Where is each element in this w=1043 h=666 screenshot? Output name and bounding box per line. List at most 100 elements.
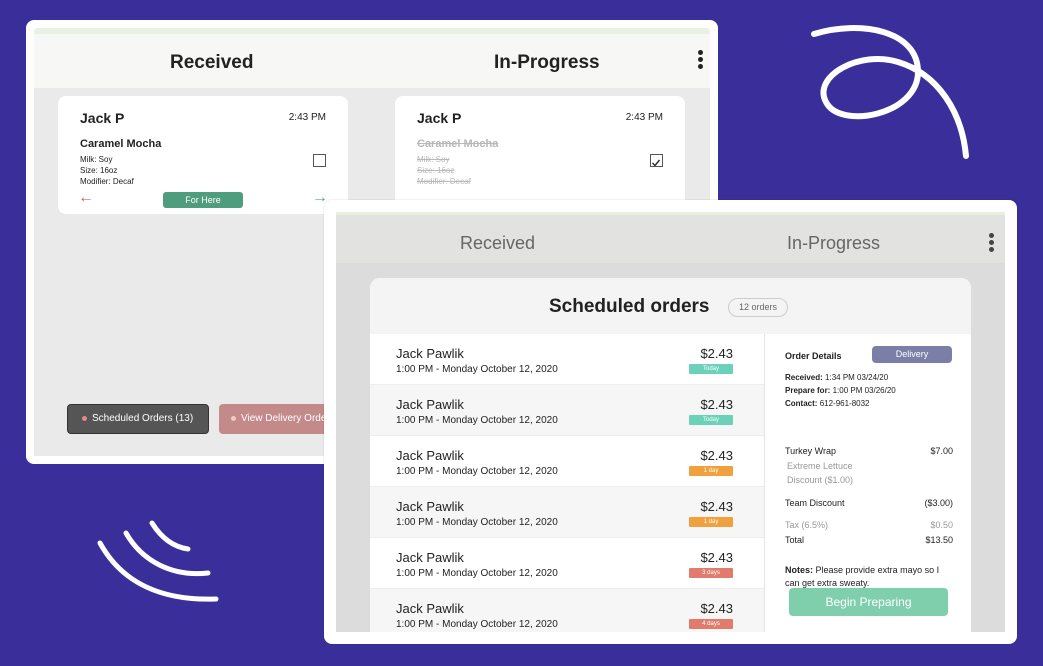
notes-label: Notes: xyxy=(785,565,814,575)
more-options-icon[interactable] xyxy=(989,233,995,254)
received-value: 1:34 PM 03/24/20 xyxy=(825,373,889,382)
order-row[interactable]: Jack Pawlik 1:00 PM - Monday October 12, … xyxy=(370,334,764,385)
dot-icon xyxy=(82,415,87,421)
dot-icon xyxy=(231,415,236,421)
more-options-icon[interactable] xyxy=(698,50,704,71)
order-price: $2.43 xyxy=(700,448,733,463)
tab-header: Received In-Progress xyxy=(336,215,1005,263)
modifier-decaf: Modifier: Decaf xyxy=(80,177,134,186)
panel-title: Scheduled orders xyxy=(549,296,710,317)
line-item-name: Turkey Wrap xyxy=(785,446,837,456)
order-due-badge: 4 days xyxy=(689,619,733,629)
order-due-badge: 1 day xyxy=(689,466,733,476)
tax-value: $0.50 xyxy=(930,520,953,530)
order-price: $2.43 xyxy=(700,499,733,514)
order-meta: Received: 1:34 PM 03/24/20 Prepare for: … xyxy=(785,371,896,410)
scheduled-orders-label: Scheduled Orders (13) xyxy=(92,413,194,424)
order-price: $2.43 xyxy=(700,550,733,565)
order-row[interactable]: Jack Pawlik 1:00 PM - Monday October 12, … xyxy=(370,487,764,538)
order-price: $2.43 xyxy=(700,346,733,361)
item-modifiers: Milk: Soy Size: 16oz Modifier: Decaf xyxy=(80,154,134,187)
order-details-heading: Order Details xyxy=(785,351,842,361)
order-price: $2.43 xyxy=(700,397,733,412)
order-datetime: 1:00 PM - Monday October 12, 2020 xyxy=(396,415,558,426)
front-window-content: Received In-Progress Scheduled orders 12… xyxy=(336,212,1005,632)
order-due-badge: 1 day xyxy=(689,517,733,527)
begin-preparing-button[interactable]: Begin Preparing xyxy=(789,588,948,616)
order-customer-name: Jack Pawlik xyxy=(396,550,464,565)
tab-in-progress[interactable]: In-Progress xyxy=(787,233,880,254)
tab-received[interactable]: Received xyxy=(460,233,535,254)
front-window: Received In-Progress Scheduled orders 12… xyxy=(324,200,1017,644)
line-item: Turkey Wrap $7.00 xyxy=(785,446,953,456)
contact-label: Contact: xyxy=(785,399,818,408)
order-datetime: 1:00 PM - Monday October 12, 2020 xyxy=(396,364,558,375)
modifier-decaf: Modifier: Decaf xyxy=(417,177,471,186)
modifier-size: Size: 16oz xyxy=(417,166,455,175)
tab-in-progress[interactable]: In-Progress xyxy=(494,52,600,74)
order-price: $2.43 xyxy=(700,601,733,616)
order-datetime: 1:00 PM - Monday October 12, 2020 xyxy=(396,568,558,579)
order-card-received[interactable]: Jack P 2:43 PM Caramel Mocha Milk: Soy S… xyxy=(58,96,348,214)
modifier-milk: Milk: Soy xyxy=(417,155,450,164)
team-discount-line: Team Discount ($3.00) xyxy=(785,498,953,508)
order-details-pane: Order Details Delivery Received: 1:34 PM… xyxy=(764,334,971,632)
order-row[interactable]: Jack Pawlik 1:00 PM - Monday October 12, … xyxy=(370,436,764,487)
item-name: Caramel Mocha xyxy=(417,138,499,150)
order-due-badge: 3 days xyxy=(689,568,733,578)
order-notes: Notes: Please provide extra mayo so I ca… xyxy=(785,564,955,590)
order-type-pill: For Here xyxy=(163,192,243,208)
delivery-badge: Delivery xyxy=(872,346,952,363)
modifier-size: Size: 16oz xyxy=(80,166,118,175)
order-row[interactable]: Jack Pawlik 1:00 PM - Monday October 12, … xyxy=(370,385,764,436)
order-customer-name: Jack Pawlik xyxy=(396,397,464,412)
total-label: Total xyxy=(785,535,805,545)
customer-name: Jack P xyxy=(80,110,125,126)
arrow-left-icon[interactable]: ← xyxy=(78,190,94,206)
total-value: $13.50 xyxy=(925,535,953,545)
received-label: Received: xyxy=(785,373,823,382)
panel-header: Scheduled orders 12 orders xyxy=(370,278,971,334)
order-datetime: 1:00 PM - Monday October 12, 2020 xyxy=(396,517,558,528)
delivery-orders-label: View Delivery Orders xyxy=(241,413,335,424)
line-item-price: $7.00 xyxy=(930,446,953,456)
wave-decoration-bottom xyxy=(97,520,219,602)
order-customer-name: Jack Pawlik xyxy=(396,448,464,463)
order-datetime: 1:00 PM - Monday October 12, 2020 xyxy=(396,466,558,477)
item-name: Caramel Mocha xyxy=(80,138,162,150)
order-datetime: 1:00 PM - Monday October 12, 2020 xyxy=(396,619,558,630)
tax-line: Tax (6.5%) $0.50 xyxy=(785,520,953,530)
line-item-discount: Discount ($1.00) xyxy=(787,475,854,485)
customer-name: Jack P xyxy=(417,110,462,126)
order-time: 2:43 PM xyxy=(288,112,326,123)
prepare-value: 1:00 PM 03/26/20 xyxy=(832,386,896,395)
order-due-badge: Today xyxy=(689,364,733,374)
order-row[interactable]: Jack Pawlik 1:00 PM - Monday October 12, … xyxy=(370,589,764,632)
order-card-in-progress[interactable]: Jack P 2:43 PM Caramel Mocha Milk: Soy S… xyxy=(395,96,685,214)
item-checkbox-checked[interactable] xyxy=(650,154,663,167)
swirl-decoration-top xyxy=(811,25,969,159)
check-icon xyxy=(651,159,661,167)
scheduled-order-list: Jack Pawlik 1:00 PM - Monday October 12, … xyxy=(370,334,764,632)
prepare-label: Prepare for: xyxy=(785,386,831,395)
order-customer-name: Jack Pawlik xyxy=(396,601,464,616)
contact-value: 612-961-8032 xyxy=(819,399,870,408)
item-checkbox[interactable] xyxy=(313,154,326,167)
scheduled-orders-panel: Scheduled orders 12 orders Jack Pawlik 1:… xyxy=(370,278,971,632)
item-modifiers: Milk: Soy Size: 16oz Modifier: Decaf xyxy=(417,154,471,187)
line-item-modifier: Extreme Lettuce xyxy=(787,461,853,471)
team-discount-value: ($3.00) xyxy=(924,498,953,508)
order-customer-name: Jack Pawlik xyxy=(396,499,464,514)
order-due-badge: Today xyxy=(689,415,733,425)
team-discount-label: Team Discount xyxy=(785,498,845,508)
order-row[interactable]: Jack Pawlik 1:00 PM - Monday October 12, … xyxy=(370,538,764,589)
scheduled-orders-button[interactable]: Scheduled Orders (13) xyxy=(67,404,209,434)
tax-label: Tax (6.5%) xyxy=(785,520,829,530)
tab-received[interactable]: Received xyxy=(170,52,253,74)
order-time: 2:43 PM xyxy=(625,112,663,123)
total-line: Total $13.50 xyxy=(785,535,953,545)
order-customer-name: Jack Pawlik xyxy=(396,346,464,361)
tab-header: Received In-Progress xyxy=(34,34,710,88)
orders-count-badge: 12 orders xyxy=(728,298,789,317)
modifier-milk: Milk: Soy xyxy=(80,155,113,164)
